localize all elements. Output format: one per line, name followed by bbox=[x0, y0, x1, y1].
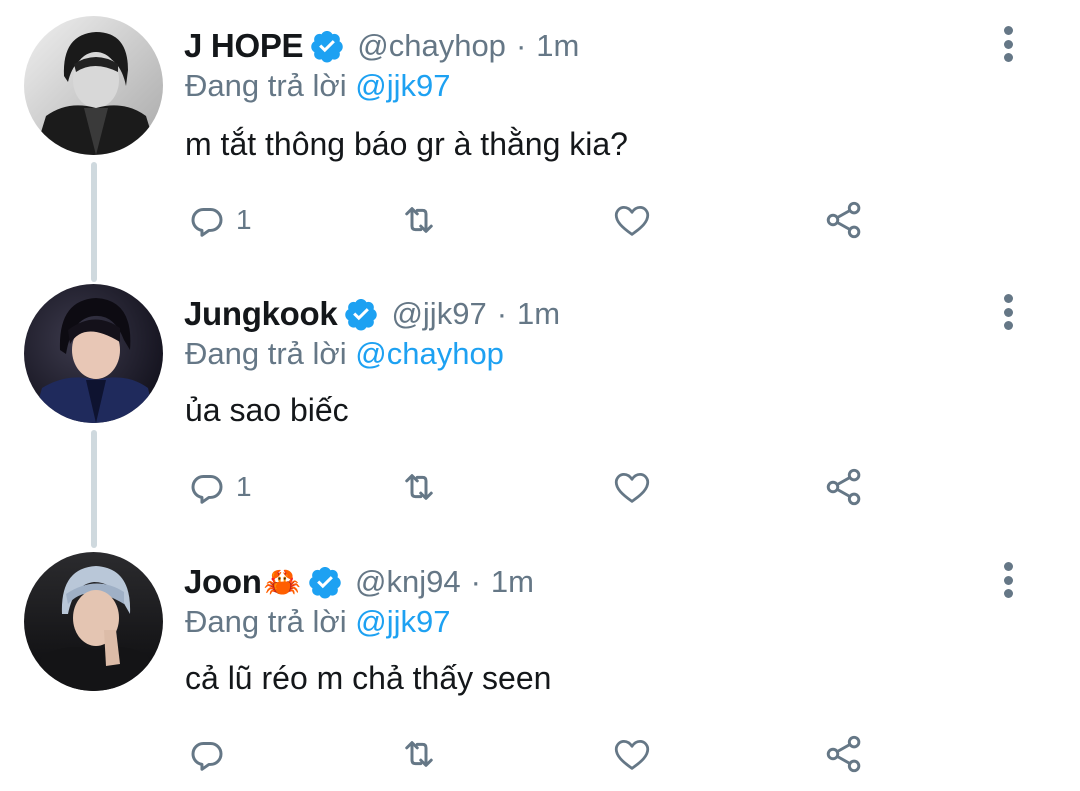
user-handle[interactable]: @knj94 bbox=[355, 564, 461, 600]
replying-to: Đang trả lời @jjk97 bbox=[185, 68, 450, 104]
reply-icon bbox=[191, 208, 223, 237]
reply-button[interactable]: 1 bbox=[186, 463, 252, 511]
avatar[interactable] bbox=[24, 552, 163, 691]
tweet-header: Joon 🦀 @knj94 · 1m bbox=[184, 560, 534, 604]
more-icon[interactable] bbox=[1000, 26, 1016, 62]
retweet-icon bbox=[405, 474, 433, 500]
verified-badge-icon bbox=[343, 296, 379, 332]
like-icon bbox=[614, 740, 650, 770]
reply-count: 1 bbox=[236, 204, 252, 235]
tweet-header: Jungkook @jjk97 · 1m bbox=[184, 292, 560, 336]
crab-emoji-icon: 🦀 bbox=[263, 565, 301, 599]
retweet-icon bbox=[405, 741, 433, 767]
tweet[interactable]: Joon 🦀 @knj94 · 1m Đang trả lời @jjk97 c… bbox=[0, 536, 1080, 791]
reply-mention-link[interactable]: @chayhop bbox=[355, 336, 504, 371]
retweet-button[interactable] bbox=[396, 196, 442, 244]
reply-button[interactable]: 1 bbox=[186, 196, 252, 244]
avatar[interactable] bbox=[24, 16, 163, 155]
user-handle[interactable]: @chayhop bbox=[357, 28, 506, 64]
separator-dot: · bbox=[496, 296, 508, 331]
display-name[interactable]: Joon bbox=[184, 563, 262, 601]
replying-to-label: Đang trả lời bbox=[185, 604, 347, 639]
reply-mention-link[interactable]: @jjk97 bbox=[355, 68, 450, 103]
reply-count: 1 bbox=[236, 471, 252, 502]
tweet[interactable]: Jungkook @jjk97 · 1m Đang trả lời @chayh… bbox=[0, 268, 1080, 534]
replying-to-label: Đang trả lời bbox=[185, 336, 347, 371]
retweet-icon bbox=[405, 207, 433, 233]
like-icon bbox=[614, 473, 650, 503]
replying-to: Đang trả lời @jjk97 bbox=[185, 604, 450, 640]
share-icon bbox=[826, 468, 861, 506]
retweet-button[interactable] bbox=[396, 463, 442, 511]
verified-badge-icon bbox=[309, 28, 345, 64]
tweet-actions bbox=[186, 730, 886, 778]
share-button[interactable] bbox=[822, 196, 866, 244]
tweet-header: J HOPE @chayhop · 1m bbox=[184, 24, 579, 68]
tweet-text: m tắt thông báo gr à thằng kia? bbox=[185, 126, 628, 162]
share-button[interactable] bbox=[822, 463, 866, 511]
user-handle[interactable]: @jjk97 bbox=[391, 296, 486, 332]
tweet-actions: 1 bbox=[186, 463, 886, 511]
more-icon[interactable] bbox=[1000, 294, 1016, 330]
replying-to-label: Đang trả lời bbox=[185, 68, 347, 103]
verified-badge-icon bbox=[307, 564, 343, 600]
share-icon bbox=[826, 735, 861, 773]
reply-icon bbox=[191, 475, 223, 504]
tweet-text: ủa sao biếc bbox=[185, 392, 349, 428]
display-name[interactable]: Jungkook bbox=[184, 295, 338, 333]
tweet-actions: 1 bbox=[186, 196, 886, 244]
share-icon bbox=[826, 201, 861, 239]
tweet-text: cả lũ réo m chả thấy seen bbox=[185, 660, 552, 696]
like-button[interactable] bbox=[610, 730, 654, 778]
like-button[interactable] bbox=[610, 463, 654, 511]
display-name[interactable]: J HOPE bbox=[184, 27, 304, 65]
reply-mention-link[interactable]: @jjk97 bbox=[355, 604, 450, 639]
separator-dot: · bbox=[515, 28, 527, 63]
avatar[interactable] bbox=[24, 284, 163, 423]
reply-icon bbox=[191, 742, 223, 771]
separator-dot: · bbox=[470, 564, 481, 599]
timestamp[interactable]: 1m bbox=[536, 28, 579, 64]
tweet[interactable]: J HOPE @chayhop · 1m Đang trả lời @jjk97… bbox=[0, 0, 1080, 266]
retweet-button[interactable] bbox=[396, 730, 442, 778]
like-icon bbox=[614, 206, 650, 236]
share-button[interactable] bbox=[822, 730, 866, 778]
timestamp[interactable]: 1m bbox=[517, 296, 560, 332]
timestamp[interactable]: 1m bbox=[491, 564, 534, 600]
more-icon[interactable] bbox=[1000, 562, 1016, 598]
replying-to: Đang trả lời @chayhop bbox=[185, 336, 504, 372]
reply-button[interactable] bbox=[186, 730, 236, 778]
like-button[interactable] bbox=[610, 196, 654, 244]
